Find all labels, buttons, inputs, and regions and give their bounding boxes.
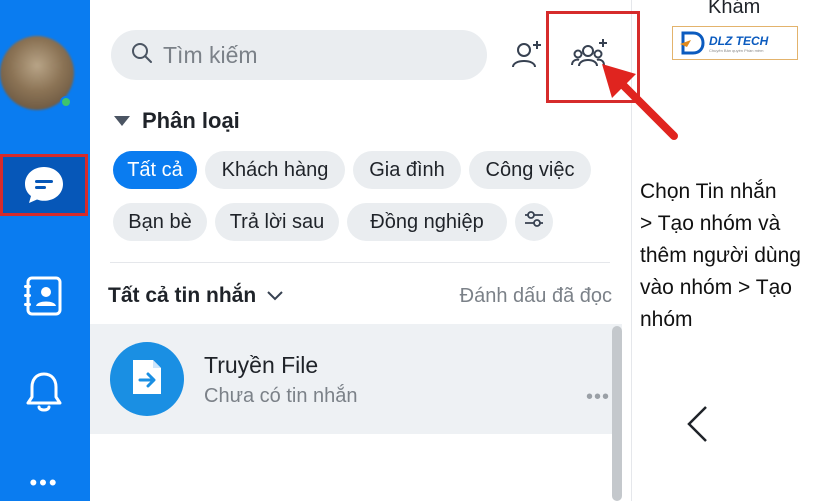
conversation-preview: Chưa có tin nhắn xyxy=(204,385,358,407)
category-header[interactable]: Phân loại xyxy=(114,108,240,134)
brand-name: DLZ TECH xyxy=(709,33,769,48)
conversation-more-button[interactable]: ••• xyxy=(586,386,610,409)
filter-chip-reply-later[interactable]: Trả lời sau xyxy=(215,203,339,241)
messages-filter-dropdown[interactable]: Tất cả tin nhắn xyxy=(108,284,284,308)
filter-chip-customers[interactable]: Khách hàng xyxy=(205,151,345,189)
filter-chip-all[interactable]: Tất cả xyxy=(113,151,197,189)
instruction-line: nhóm xyxy=(640,308,693,331)
conversation-name: Truyền File xyxy=(204,352,319,378)
instruction-line: thêm người dùng xyxy=(640,244,801,267)
messages-header: Tất cả tin nhắn Đánh dấu đã đọc xyxy=(108,284,612,308)
conversation-item[interactable]: Truyền File Chưa có tin nhắn ••• xyxy=(90,324,622,434)
nav-messages[interactable] xyxy=(0,154,88,216)
messages-title: Tất cả tin nhắn xyxy=(108,284,257,307)
brand-logo: DLZ TECH Chuyên Bản quyền Phần mềm xyxy=(672,26,798,60)
instruction-line: vào nhóm > Tạo xyxy=(640,276,792,299)
mark-all-read-link[interactable]: Đánh dấu đã đọc xyxy=(460,285,612,308)
instruction-text: Chọn Tin nhắn > Tạo nhóm và thêm người d… xyxy=(640,176,840,336)
nav-notifications[interactable] xyxy=(0,361,88,423)
brand-tagline: Chuyên Bản quyền Phần mềm xyxy=(709,47,764,53)
chat-bubble-icon xyxy=(22,163,66,207)
add-friend-icon xyxy=(510,37,544,76)
annotation-arrow xyxy=(602,64,678,140)
instruction-line: Chọn Tin nhắn xyxy=(640,180,777,203)
scrollbar[interactable] xyxy=(612,326,622,501)
filter-chip-friends[interactable]: Bạn bè xyxy=(113,203,207,241)
app-window: ••• Tìm kiếm Phân loại Tất cả Khách hàng… xyxy=(0,0,840,501)
contacts-icon xyxy=(24,275,64,317)
nav-more[interactable]: ••• xyxy=(0,458,88,501)
file-transfer-icon xyxy=(129,356,165,403)
search-input[interactable] xyxy=(163,41,463,69)
file-transfer-avatar xyxy=(110,342,184,416)
search-icon xyxy=(131,42,153,69)
instruction-line: > Tạo nhóm và xyxy=(640,212,781,235)
filter-chip-work[interactable]: Công việc xyxy=(469,151,591,189)
bell-icon xyxy=(24,370,64,414)
chevron-down-icon xyxy=(266,284,284,308)
divider xyxy=(110,262,610,263)
nav-rail: ••• xyxy=(0,0,90,501)
add-friend-button[interactable] xyxy=(503,32,551,80)
brand-logo-icon xyxy=(680,31,705,55)
filter-settings-icon xyxy=(523,209,545,235)
collapse-triangle-icon xyxy=(114,116,130,126)
online-status-dot xyxy=(60,96,72,108)
cut-title: Khám xyxy=(708,0,761,18)
nav-contacts[interactable] xyxy=(0,265,88,327)
category-title: Phân loại xyxy=(142,108,240,133)
filter-chip-family[interactable]: Gia đình xyxy=(353,151,461,189)
chevron-left-icon[interactable] xyxy=(684,404,710,449)
filter-settings-button[interactable] xyxy=(515,203,553,241)
filter-chip-colleagues[interactable]: Đồng nghiệp xyxy=(347,203,507,241)
search-bar[interactable] xyxy=(111,30,487,80)
